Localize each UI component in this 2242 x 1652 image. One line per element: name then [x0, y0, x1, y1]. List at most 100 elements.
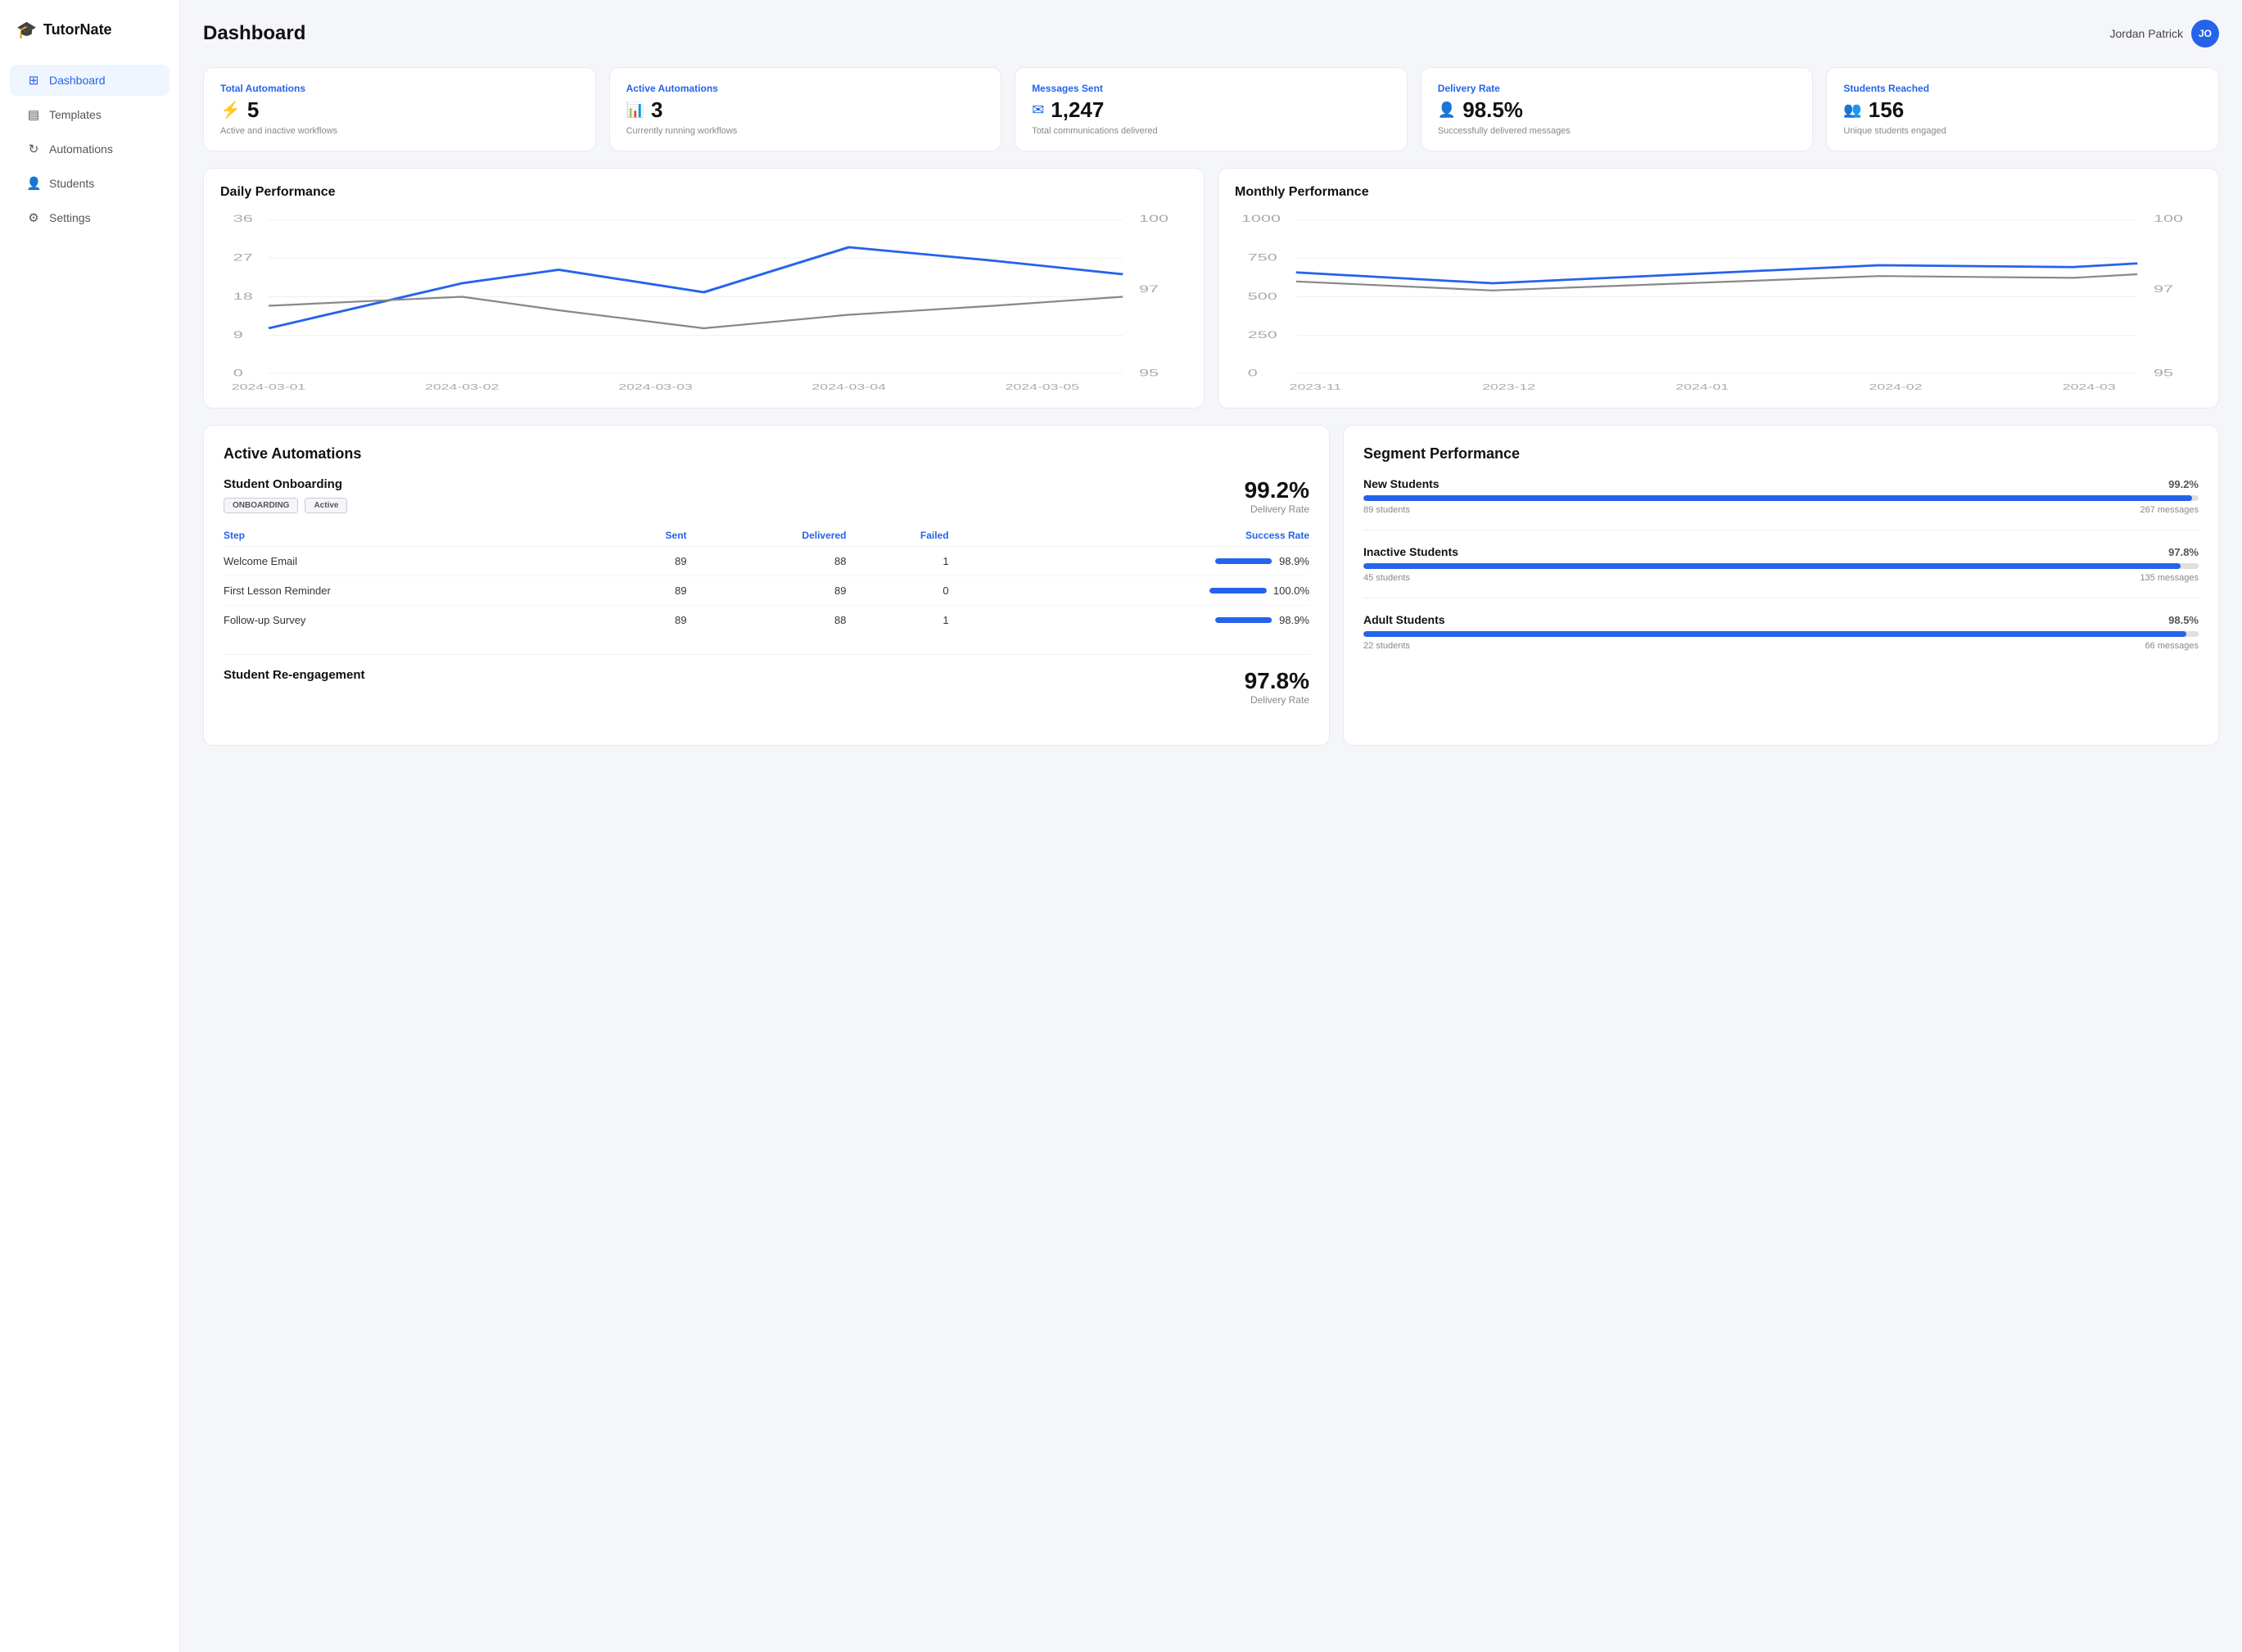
seg-footer-0: 89 students 267 messages: [1363, 505, 2199, 515]
sidebar-item-dashboard[interactable]: ⊞ Dashboard: [10, 65, 170, 96]
dashboard-icon: ⊞: [26, 73, 41, 88]
sidebar-item-templates[interactable]: ▤ Templates: [10, 99, 170, 130]
delivery-big-0: 99.2%: [1245, 477, 1309, 503]
seg-pct-2: 98.5%: [2168, 614, 2199, 626]
auto-left-0: Student Onboarding ONBOARDING Active: [224, 477, 347, 525]
seg-name-1: Inactive Students: [1363, 545, 1458, 558]
auto-left-1: Student Re-engagement: [224, 668, 365, 688]
table-row: Welcome Email 89 88 1 98.9%: [224, 547, 1309, 576]
templates-icon: ▤: [26, 107, 41, 122]
stat-icon-row-4: 👥 156: [1843, 97, 2202, 123]
automation-name-0: Student Onboarding: [224, 477, 347, 491]
stat-icon-row-3: 👤 98.5%: [1438, 97, 1797, 123]
delivery-label-0: Delivery Rate: [1245, 503, 1309, 515]
daily-chart-svg: 36 27 18 9 0 100 97 95: [220, 211, 1187, 391]
stat-value-2: 1,247: [1051, 97, 1104, 123]
seg-footer-2: 22 students 66 messages: [1363, 641, 2199, 651]
svg-text:95: 95: [1139, 367, 1159, 378]
col-delivered: Delivered: [687, 525, 847, 547]
seg-bar-wrap-0: [1363, 495, 2199, 501]
svg-text:1000: 1000: [1241, 213, 1281, 224]
col-failed: Failed: [846, 525, 948, 547]
logo: 🎓 TutorNate: [0, 20, 179, 63]
seg-name-2: Adult Students: [1363, 613, 1445, 626]
stat-icon-3: 👤: [1438, 102, 1456, 119]
stat-icon-1: 📊: [626, 102, 644, 119]
svg-text:2024-03-02: 2024-03-02: [425, 383, 499, 391]
app-name: TutorNate: [43, 21, 112, 38]
stat-icon-row-0: ⚡ 5: [220, 97, 579, 123]
sidebar-item-settings[interactable]: ⚙ Settings: [10, 202, 170, 233]
stat-value-3: 98.5%: [1462, 97, 1523, 123]
success-pct-0: 98.9%: [1279, 555, 1309, 567]
delivery-big-1: 97.8%: [1245, 668, 1309, 694]
monthly-chart-svg: 1000 750 500 250 0 100 97 95: [1235, 211, 2202, 391]
stat-icon-0: ⚡: [220, 100, 241, 120]
table-row: Follow-up Survey 89 88 1 98.9%: [224, 606, 1309, 635]
auto-header-row-0: Student Onboarding ONBOARDING Active 99.…: [224, 477, 1309, 525]
bar-wrap-0: [1215, 558, 1272, 564]
sidebar-item-automations[interactable]: ↻ Automations: [10, 133, 170, 165]
seg-students-1: 45 students: [1363, 573, 1410, 583]
user-name: Jordan Patrick: [2110, 27, 2183, 40]
students-icon: 👤: [26, 176, 41, 191]
stat-card-students-reached: Students Reached 👥 156 Unique students e…: [1826, 67, 2219, 151]
stat-card-total-automations: Total Automations ⚡ 5 Active and inactiv…: [203, 67, 596, 151]
badge-status-0: Active: [305, 498, 347, 513]
sidebar-label-templates: Templates: [49, 108, 102, 121]
cell-failed-1: 0: [846, 576, 948, 606]
stat-icon-row-2: ✉ 1,247: [1032, 97, 1390, 123]
stat-card-active-automations: Active Automations 📊 3 Currently running…: [609, 67, 1002, 151]
col-sent: Sent: [610, 525, 687, 547]
svg-text:2023-12: 2023-12: [1482, 383, 1535, 391]
seg-name-0: New Students: [1363, 477, 1440, 490]
automation-block-onboarding: Student Onboarding ONBOARDING Active 99.…: [224, 477, 1309, 634]
segment-item-1: Inactive Students 97.8% 45 students 135 …: [1363, 545, 2199, 583]
stat-label-1: Active Automations: [626, 83, 985, 94]
svg-text:2024-03: 2024-03: [2063, 383, 2116, 391]
svg-text:95: 95: [2154, 367, 2173, 378]
cell-success-2: 98.9%: [949, 606, 1309, 635]
avatar: JO: [2191, 20, 2219, 47]
automations-title: Active Automations: [224, 445, 1309, 463]
col-success: Success Rate: [949, 525, 1309, 547]
sidebar-item-students[interactable]: 👤 Students: [10, 168, 170, 199]
cell-delivered-0: 88: [687, 547, 847, 576]
stat-label-3: Delivery Rate: [1438, 83, 1797, 94]
stat-icon-4: 👥: [1843, 102, 1861, 119]
seg-bar-wrap-2: [1363, 631, 2199, 637]
svg-text:9: 9: [233, 329, 243, 341]
svg-text:100: 100: [2154, 213, 2183, 224]
segment-title: Segment Performance: [1363, 445, 2199, 463]
monthly-performance-card: Monthly Performance 1000 750 500 250 0 1…: [1218, 168, 2219, 408]
cell-step-1: First Lesson Reminder: [224, 576, 610, 606]
stat-label-4: Students Reached: [1843, 83, 2202, 94]
header: Dashboard Jordan Patrick JO: [203, 20, 2219, 47]
delivery-rate-block-0: 99.2% Delivery Rate: [1245, 477, 1309, 515]
daily-chart-area: 36 27 18 9 0 100 97 95: [220, 211, 1187, 391]
bar-fill-2: [1215, 617, 1272, 623]
cell-delivered-1: 89: [687, 576, 847, 606]
seg-footer-1: 45 students 135 messages: [1363, 573, 2199, 583]
seg-bar-fill-2: [1363, 631, 2186, 637]
monthly-chart-area: 1000 750 500 250 0 100 97 95: [1235, 211, 2202, 391]
cell-success-1: 100.0%: [949, 576, 1309, 606]
seg-messages-2: 66 messages: [2145, 641, 2199, 651]
stat-desc-1: Currently running workflows: [626, 126, 985, 136]
automation-name-1: Student Re-engagement: [224, 668, 365, 682]
svg-text:2024-01: 2024-01: [1675, 383, 1729, 391]
monthly-chart-title: Monthly Performance: [1235, 185, 2202, 200]
svg-text:2024-02: 2024-02: [1869, 383, 1923, 391]
seg-header-1: Inactive Students 97.8%: [1363, 545, 2199, 558]
bar-wrap-1: [1209, 588, 1267, 594]
seg-pct-0: 99.2%: [2168, 478, 2199, 490]
cell-sent-2: 89: [610, 606, 687, 635]
stat-label-2: Messages Sent: [1032, 83, 1390, 94]
stat-card-messages-sent: Messages Sent ✉ 1,247 Total communicatio…: [1015, 67, 1408, 151]
segment-items: New Students 99.2% 89 students 267 messa…: [1363, 477, 2199, 651]
sidebar-label-automations: Automations: [49, 142, 113, 156]
svg-text:18: 18: [233, 291, 253, 302]
svg-text:27: 27: [233, 251, 253, 263]
segment-card: Segment Performance New Students 99.2% 8…: [1343, 425, 2219, 746]
svg-text:2024-03-03: 2024-03-03: [618, 383, 693, 391]
